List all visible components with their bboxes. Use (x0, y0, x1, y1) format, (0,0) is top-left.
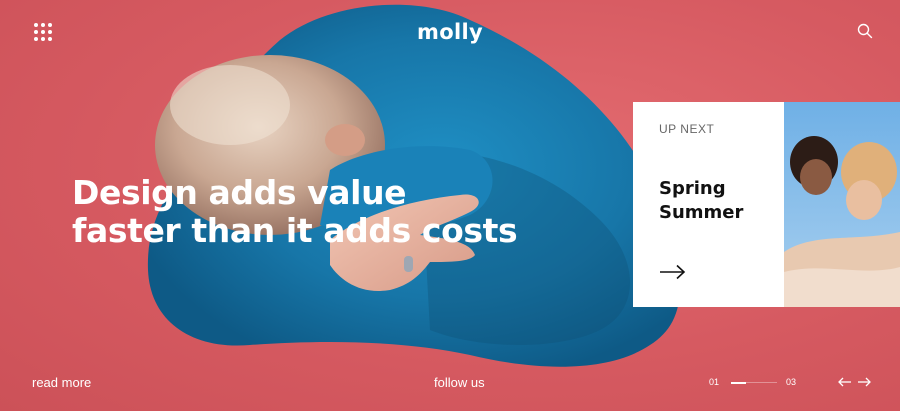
up-next-label: UP NEXT (659, 122, 715, 136)
next-slide-button[interactable] (857, 374, 871, 388)
follow-us-link[interactable]: follow us (434, 375, 485, 390)
hero-headline-line: Design adds value (72, 173, 407, 212)
up-next-title: Spring Summer (659, 177, 779, 225)
prev-slide-button[interactable] (838, 374, 852, 388)
search-icon (857, 23, 873, 39)
pager-progress (731, 381, 747, 384)
brand-logo-text: molly (417, 20, 483, 44)
brand-logo[interactable]: molly (0, 20, 900, 44)
hero-section: molly Design adds value faster than it a… (0, 0, 900, 411)
up-next-photo (784, 102, 900, 307)
up-next-card[interactable]: UP NEXT Spring Summer (633, 102, 900, 307)
up-next-title-line: Summer (659, 202, 744, 223)
pager-end: 03 (786, 377, 797, 387)
pager-start: 01 (709, 377, 720, 387)
hero-headline: Design adds value faster than it adds co… (72, 174, 542, 250)
arrow-left-icon (838, 377, 851, 387)
pager-track (731, 381, 777, 384)
arrow-right-icon (858, 377, 871, 387)
slide-pager: 01 03 (709, 376, 799, 390)
hero-headline-line: faster than it adds costs (72, 211, 518, 250)
read-more-link[interactable]: read more (32, 375, 91, 390)
up-next-title-line: Spring (659, 178, 726, 199)
up-next-text-panel: UP NEXT Spring Summer (633, 102, 784, 307)
arrow-right-icon[interactable] (659, 264, 687, 280)
search-button[interactable] (856, 22, 874, 40)
